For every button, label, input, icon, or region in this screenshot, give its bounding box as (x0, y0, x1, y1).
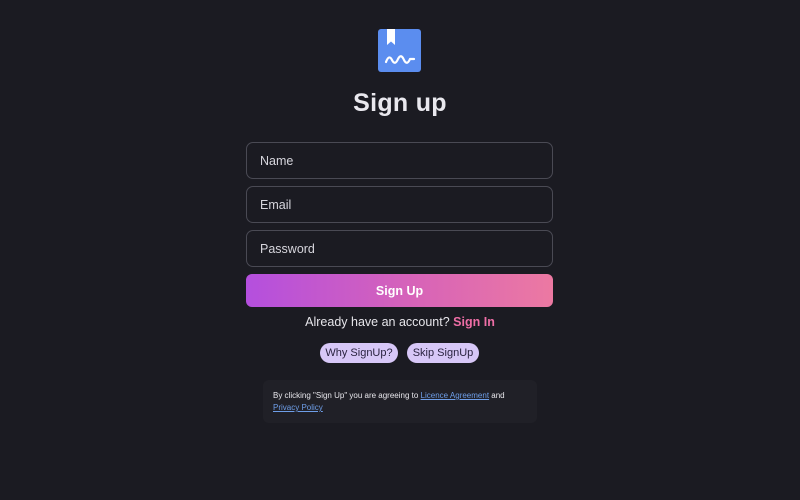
licence-agreement-link[interactable]: Licence Agreement (421, 391, 490, 400)
skip-signup-button[interactable]: Skip SignUp (407, 343, 479, 363)
why-signup-button[interactable]: Why SignUp? (320, 343, 398, 363)
terms-notice-prefix: By clicking "Sign Up" you are agreeing t… (273, 391, 419, 400)
sign-in-prompt: Already have an account? Sign In (0, 315, 800, 329)
sign-in-prompt-text: Already have an account? (305, 315, 450, 329)
name-field[interactable] (246, 142, 553, 179)
sign-in-link[interactable]: Sign In (453, 315, 495, 329)
book-signature-icon (378, 29, 421, 72)
sign-up-button[interactable]: Sign Up (246, 274, 553, 307)
signup-page: Sign up Sign Up Already have an account?… (0, 0, 800, 500)
terms-notice: By clicking "Sign Up" you are agreeing t… (263, 380, 537, 423)
page-title: Sign up (353, 89, 447, 117)
privacy-policy-link[interactable]: Privacy Policy (273, 403, 323, 412)
password-field[interactable] (246, 230, 553, 267)
email-field[interactable] (246, 186, 553, 223)
terms-notice-conjunction: and (491, 391, 505, 400)
